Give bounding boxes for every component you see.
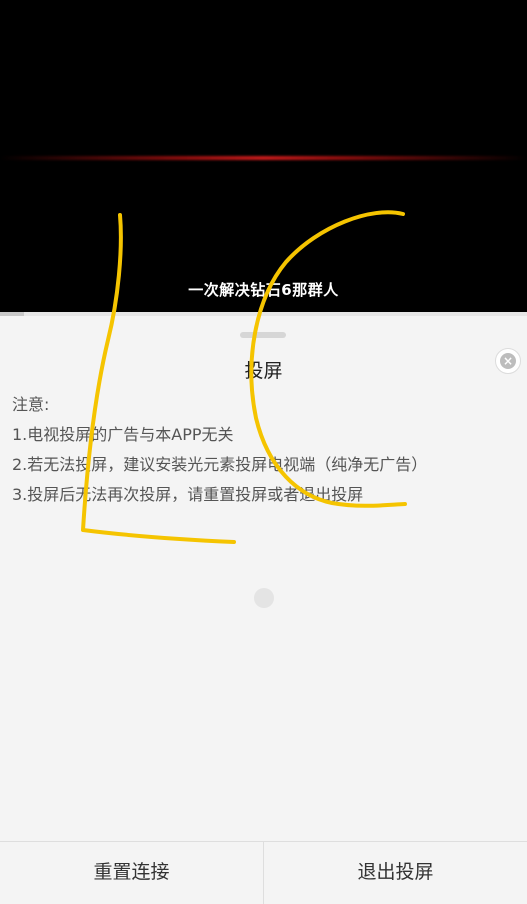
cast-bottom-sheet: 投屏 × 注意: 1.电视投屏的广告与本APP无关 2.若无法投屏，建议安装光元… — [0, 316, 527, 903]
sheet-drag-handle[interactable] — [240, 332, 286, 338]
note-item: 1.电视投屏的广告与本APP无关 — [12, 425, 234, 444]
close-button[interactable]: × — [495, 348, 521, 374]
exit-cast-button[interactable]: 退出投屏 — [264, 842, 527, 904]
video-player[interactable]: 一次解决钻石6那群人 — [0, 0, 527, 316]
reset-connection-button[interactable]: 重置连接 — [0, 842, 263, 904]
footer-actions: 重置连接 退出投屏 — [0, 841, 527, 904]
close-icon: × — [500, 353, 516, 369]
sheet-title: 投屏 — [244, 360, 283, 382]
notes-label: 注意: — [12, 395, 50, 414]
notes-list: 注意: 1.电视投屏的广告与本APP无关 2.若无法投屏，建议安装光元素投屏电视… — [12, 394, 512, 514]
video-light-streak — [0, 156, 527, 160]
note-item: 3.投屏后无法再次投屏，请重置投屏或者退出投屏 — [12, 485, 364, 504]
loading-indicator — [254, 588, 274, 608]
video-subtitle: 一次解决钻石6那群人 — [188, 281, 339, 299]
note-item: 2.若无法投屏，建议安装光元素投屏电视端（纯净无广告） — [12, 455, 428, 474]
